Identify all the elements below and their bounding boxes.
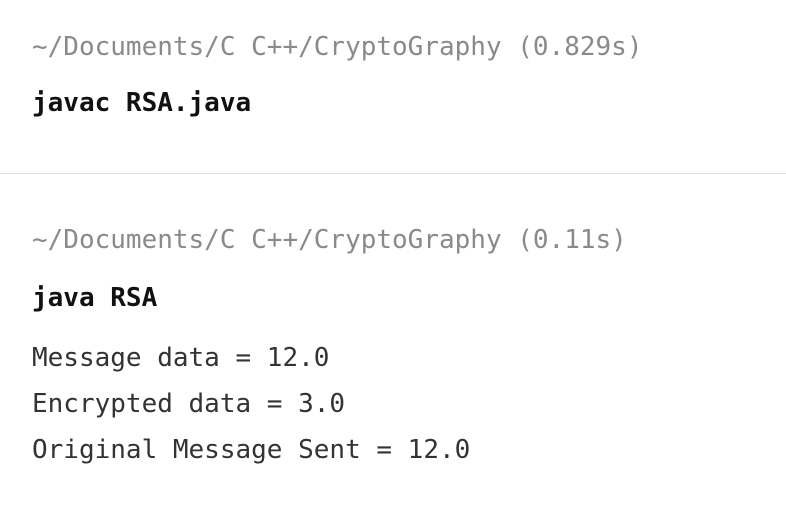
- command-text: java RSA: [32, 283, 158, 313]
- command-block[interactable]: ~/Documents/C C++/CryptoGraphy (0.11s) j…: [32, 223, 766, 473]
- prompt-path-and-duration: ~/Documents/C C++/CryptoGraphy (0.829s): [32, 32, 643, 62]
- output-line: Message data = 12.0: [32, 343, 330, 373]
- command-block[interactable]: ~/Documents/C C++/CryptoGraphy (0.829s) …: [32, 30, 766, 120]
- command-text: javac RSA.java: [32, 88, 252, 118]
- output-line: Original Message Sent = 12.0: [32, 435, 471, 465]
- terminal-window: ~/Documents/C C++/CryptoGraphy (0.829s) …: [0, 0, 786, 510]
- output-line: Encrypted data = 3.0: [32, 389, 346, 419]
- prompt-path-and-duration: ~/Documents/C C++/CryptoGraphy (0.11s): [32, 225, 627, 255]
- command-output: Message data = 12.0 Encrypted data = 3.0…: [32, 335, 766, 473]
- block-divider: [0, 173, 786, 174]
